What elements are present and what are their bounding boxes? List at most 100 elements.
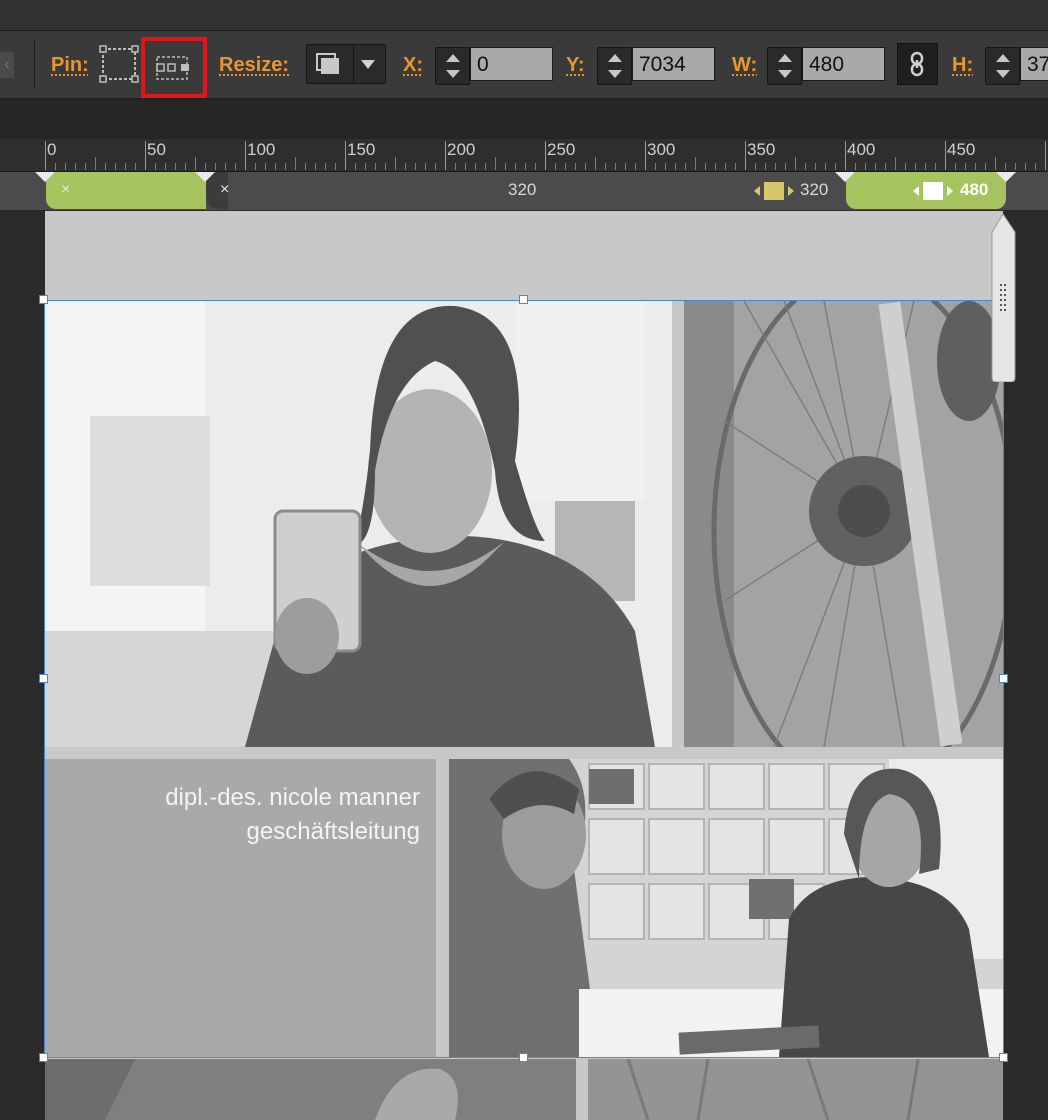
resize-handle-right[interactable] (999, 674, 1008, 683)
ruler-minor-tick (625, 163, 626, 170)
ruler-minor-tick (225, 163, 226, 170)
ruler-major-tick (645, 141, 646, 170)
ruler-label: 200 (447, 140, 476, 159)
ruler-minor-tick (665, 163, 666, 170)
pin-frame-icon[interactable] (99, 45, 139, 83)
x-stepper[interactable] (435, 47, 470, 85)
pin-center-right-icon (151, 51, 197, 87)
resize-handle-top[interactable] (519, 295, 528, 304)
ruler-minor-tick (975, 163, 976, 170)
ruler-minor-tick (705, 163, 706, 170)
ruler-minor-tick (515, 163, 516, 170)
breakpoint-handle-icon[interactable] (754, 181, 796, 201)
ruler-minor-tick (605, 163, 606, 170)
ruler-minor-tick (385, 163, 386, 170)
ruler-label: 250 (547, 140, 576, 159)
resize-handle-left[interactable] (39, 674, 48, 683)
ruler-minor-tick (175, 163, 176, 170)
ruler-major-tick (845, 141, 846, 170)
chevron-down-icon (361, 60, 375, 69)
ruler-minor-tick (735, 163, 736, 170)
photo-bottom-right (588, 1059, 1003, 1120)
resize-label: Resize: (219, 54, 290, 76)
w-input[interactable]: 480 (802, 47, 885, 81)
ruler-minor-tick (895, 157, 896, 170)
selection-frame[interactable] (44, 300, 1004, 1058)
ruler-minor-tick (925, 163, 926, 170)
ruler-minor-tick (815, 163, 816, 170)
ruler-minor-tick (65, 163, 66, 170)
resize-handle-top-left[interactable] (39, 295, 48, 304)
breakpoint-marker-icon[interactable] (195, 172, 215, 182)
ruler-minor-tick (585, 163, 586, 170)
resize-dropdown[interactable] (306, 44, 386, 84)
ruler-minor-tick (1005, 163, 1006, 170)
ruler-major-tick (1045, 141, 1046, 170)
ruler-minor-tick (725, 163, 726, 170)
breakpoint-close-icon[interactable]: × (61, 181, 70, 199)
ruler-minor-tick (405, 163, 406, 170)
ruler-label: 100 (247, 140, 276, 159)
resize-handle-bottom[interactable] (519, 1053, 528, 1062)
breakpoint-marker-icon[interactable] (996, 172, 1016, 182)
ruler-minor-tick (805, 163, 806, 170)
breakpoint-marker-icon[interactable] (835, 172, 855, 182)
breakpoint-active-width-label: 480 (960, 180, 989, 199)
ruler-minor-tick (615, 163, 616, 170)
ruler-minor-tick (825, 163, 826, 170)
ruler-minor-tick (965, 163, 966, 170)
ruler-minor-tick (985, 163, 986, 170)
ruler-label: 300 (647, 140, 676, 159)
ruler-minor-tick (755, 163, 756, 170)
ruler-minor-tick (915, 163, 916, 170)
ruler-minor-tick (435, 163, 436, 170)
ruler-minor-tick (275, 163, 276, 170)
w-stepper[interactable] (767, 47, 802, 85)
ruler-minor-tick (835, 163, 836, 170)
x-input[interactable]: 0 (470, 47, 553, 81)
ruler-minor-tick (415, 163, 416, 170)
ruler-minor-tick (155, 163, 156, 170)
ruler-minor-tick (185, 163, 186, 170)
ruler-minor-tick (525, 163, 526, 170)
breakpoint-width-label: 320 (508, 180, 537, 199)
ruler-major-tick (345, 141, 346, 170)
ruler-minor-tick (235, 163, 236, 170)
ruler-minor-tick (125, 163, 126, 170)
ruler-minor-tick (655, 163, 656, 170)
h-input[interactable]: 37 (1020, 47, 1048, 81)
resize-handle-bottom-right[interactable] (999, 1053, 1008, 1062)
ruler-minor-tick (375, 163, 376, 170)
resize-handle-bottom-left[interactable] (39, 1053, 48, 1062)
page-width-drag-handle[interactable] (991, 212, 1016, 383)
toolbar-divider (34, 40, 35, 88)
ruler-minor-tick (1025, 163, 1026, 170)
ruler-major-tick (945, 141, 946, 170)
ruler-minor-tick (455, 163, 456, 170)
ruler-minor-tick (905, 163, 906, 170)
h-stepper[interactable] (985, 47, 1020, 85)
ruler-minor-tick (315, 163, 316, 170)
constrain-proportions-button[interactable] (897, 43, 938, 85)
ruler-major-tick (145, 141, 146, 170)
breakpoint-width-label: 320 (800, 180, 829, 199)
ruler-minor-tick (105, 163, 106, 170)
dropdown-divider (353, 45, 354, 83)
pin-center-right-button[interactable] (141, 37, 207, 98)
ruler-minor-tick (875, 163, 876, 170)
ruler-minor-tick (325, 163, 326, 170)
breakpoint-active-handle-icon[interactable] (913, 181, 955, 201)
w-label: W: (732, 54, 758, 76)
y-stepper[interactable] (597, 47, 632, 85)
ruler-minor-tick (95, 157, 96, 170)
ruler-major-tick (745, 141, 746, 170)
breakpoint-marker-icon[interactable] (35, 172, 55, 182)
ruler-minor-tick (635, 163, 636, 170)
ruler-label: 50 (147, 140, 166, 159)
toolbar-scroll-left-icon[interactable]: ‹ (0, 52, 14, 78)
ruler-minor-tick (715, 163, 716, 170)
ruler-minor-tick (885, 163, 886, 170)
ruler-minor-tick (795, 157, 796, 170)
y-input[interactable]: 7034 (632, 47, 715, 81)
breakpoint-close-icon[interactable]: × (220, 181, 229, 199)
